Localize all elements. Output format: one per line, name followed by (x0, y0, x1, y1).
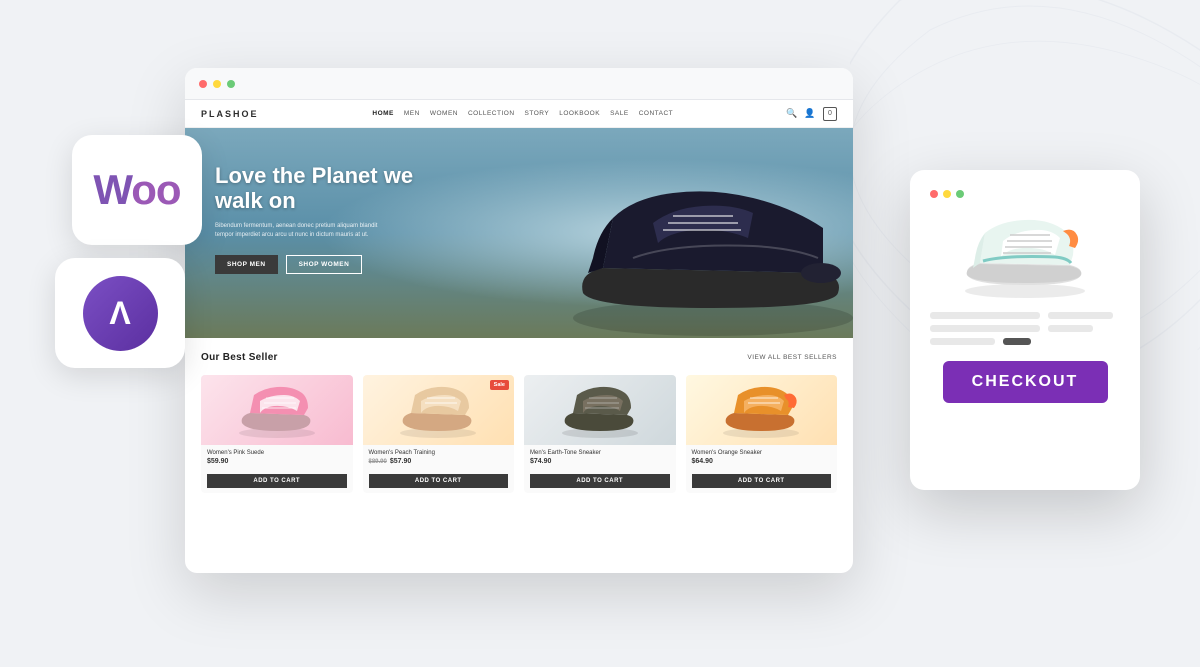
product-price-4: $64.90 (692, 458, 832, 465)
products-grid: Women's Pink Suede $59.90 ADD TO CART Sa… (201, 375, 837, 493)
product-price-2: $89.90$57.90 (369, 458, 509, 465)
line-row-1 (930, 312, 1120, 319)
elementor-badge: Λ (55, 258, 185, 368)
nav-men[interactable]: MEN (404, 110, 420, 117)
product-image-3 (524, 375, 676, 445)
checkout-button[interactable]: CHECKOUT (943, 361, 1108, 403)
dot-yellow (943, 190, 951, 198)
browser-dot-yellow (213, 80, 221, 88)
nav-story[interactable]: STORY (525, 110, 550, 117)
cart-icon[interactable]: 0 (823, 107, 837, 121)
checkout-shoe-svg (955, 213, 1095, 298)
browser-mockup: PLASHOE HOME MEN WOMEN COLLECTION STORY … (185, 68, 853, 573)
shop-men-button[interactable]: SHOP MEN (215, 255, 278, 274)
nav-home[interactable]: HOME (372, 110, 394, 117)
content-line-1 (930, 312, 1040, 319)
product-name-1: Women's Pink Suede (207, 450, 347, 456)
products-section-title: Our Best Seller (201, 352, 278, 363)
product-card-2: Sale Women's Peach Training $89.90$57.90 (363, 375, 515, 493)
browser-dot-red (199, 80, 207, 88)
dot-green (956, 190, 964, 198)
product-card-4: Women's Orange Sneaker $64.90 ADD TO CAR… (686, 375, 838, 493)
product-card-1: Women's Pink Suede $59.90 ADD TO CART (201, 375, 353, 493)
nav-lookbook[interactable]: LOOKBOOK (559, 110, 600, 117)
product-name-2: Women's Peach Training (369, 450, 509, 456)
dark-shoe-svg (555, 383, 645, 438)
hero-shoe-image (553, 128, 853, 338)
add-to-cart-3[interactable]: ADD TO CART (530, 474, 670, 488)
nav-sale[interactable]: SALE (610, 110, 629, 117)
checkout-shoe-image (955, 213, 1095, 298)
checkout-window-dots (930, 190, 964, 198)
aria-circle: Λ (83, 276, 158, 351)
product-image-2: Sale (363, 375, 515, 445)
product-price-3: $74.90 (530, 458, 670, 465)
sale-badge-2: Sale (490, 380, 509, 390)
nav-collection[interactable]: COLLECTION (468, 110, 515, 117)
search-icon[interactable]: 🔍 (787, 109, 797, 119)
woocommerce-badge: Woo (72, 135, 202, 245)
content-line-2 (1048, 312, 1113, 319)
user-icon[interactable]: 👤 (805, 109, 815, 119)
woo-logo: Woo (93, 166, 180, 214)
dot-red (930, 190, 938, 198)
product-info-2: Women's Peach Training $89.90$57.90 ADD … (363, 445, 515, 493)
products-section: Our Best Seller VIEW ALL BEST SELLERS (185, 338, 853, 507)
product-info-3: Men's Earth-Tone Sneaker $74.90 ADD TO C… (524, 445, 676, 493)
pink-shoe-svg (232, 383, 322, 438)
add-to-cart-2[interactable]: ADD TO CART (369, 474, 509, 488)
product-card-3: Men's Earth-Tone Sneaker $74.90 ADD TO C… (524, 375, 676, 493)
add-to-cart-1[interactable]: ADD TO CART (207, 474, 347, 488)
line-row-2 (930, 325, 1120, 332)
header-icons: 🔍 👤 0 (787, 107, 837, 121)
product-image-1 (201, 375, 353, 445)
content-line-4 (1048, 325, 1093, 332)
product-price-1: $59.90 (207, 458, 347, 465)
checkout-card: CHECKOUT (910, 170, 1140, 490)
content-line-6 (1003, 338, 1031, 345)
product-image-4 (686, 375, 838, 445)
product-info-1: Women's Pink Suede $59.90 ADD TO CART (201, 445, 353, 493)
hero-subtitle: Bibendum fermentum, aenean donec pretium… (215, 222, 395, 241)
store-header: PLASHOE HOME MEN WOMEN COLLECTION STORY … (185, 100, 853, 128)
product-name-4: Women's Orange Sneaker (692, 450, 832, 456)
view-all-link[interactable]: VIEW ALL BEST SELLERS (747, 354, 837, 361)
original-price-2: $89.90 (369, 459, 387, 465)
nav-contact[interactable]: CONTACT (639, 110, 673, 117)
add-to-cart-4[interactable]: ADD TO CART (692, 474, 832, 488)
shop-women-button[interactable]: SHOP WOMEN (286, 255, 363, 274)
content-line-5 (930, 338, 995, 345)
browser-dot-green (227, 80, 235, 88)
hero-content: Love the Planet we walk on Bibendum ferm… (215, 163, 415, 274)
store-logo: PLASHOE (201, 109, 259, 119)
orange-shoe-svg (716, 383, 806, 438)
product-name-3: Men's Earth-Tone Sneaker (530, 450, 670, 456)
aria-icon: Λ (109, 295, 130, 332)
line-row-3 (930, 338, 1120, 345)
hero-buttons: SHOP MEN SHOP WOMEN (215, 255, 415, 274)
checkout-content-lines (930, 312, 1120, 345)
products-header: Our Best Seller VIEW ALL BEST SELLERS (201, 352, 837, 363)
browser-chrome (185, 68, 853, 100)
peach-shoe-svg (393, 383, 483, 438)
hero-title: Love the Planet we walk on (215, 163, 415, 214)
hero-section: Love the Planet we walk on Bibendum ferm… (185, 128, 853, 338)
nav-women[interactable]: WOMEN (430, 110, 458, 117)
content-line-3 (930, 325, 1040, 332)
product-info-4: Women's Orange Sneaker $64.90 ADD TO CAR… (686, 445, 838, 493)
store-navigation: HOME MEN WOMEN COLLECTION STORY LOOKBOOK… (372, 110, 673, 117)
